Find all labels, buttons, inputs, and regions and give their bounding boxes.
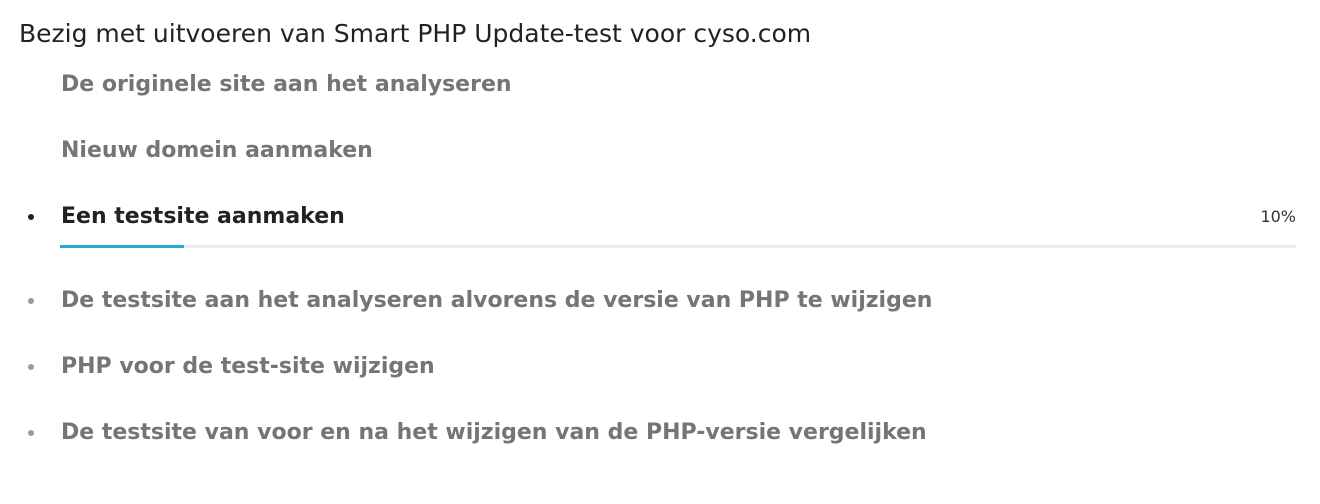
bullet-icon <box>28 364 34 370</box>
bullet-icon <box>28 214 34 220</box>
check-circle-icon <box>20 140 42 162</box>
page-title: Bezig met uitvoeren van Smart PHP Update… <box>19 19 812 48</box>
step-item-analyze-original: De originele site aan het analyseren <box>0 65 1320 105</box>
step-label: PHP voor de test-site wijzigen <box>61 354 435 379</box>
step-item-compare-testsite: De testsite van voor en na het wijzigen … <box>0 413 1320 453</box>
step-label: Een testsite aanmaken <box>61 204 345 229</box>
bullet-icon <box>28 298 34 304</box>
step-label: De testsite aan het analyseren alvorens … <box>61 288 933 313</box>
step-item-analyze-testsite: De testsite aan het analyseren alvorens … <box>0 281 1320 321</box>
step-label: Nieuw domein aanmaken <box>61 138 373 163</box>
step-item-create-testsite: Een testsite aanmaken 10% <box>0 197 1320 237</box>
step-item-change-php: PHP voor de test-site wijzigen <box>0 347 1320 387</box>
progress-bar-fill <box>60 245 184 248</box>
check-circle-icon <box>20 74 42 96</box>
step-item-new-domain: Nieuw domein aanmaken <box>0 131 1320 171</box>
progress-bar <box>60 245 1296 248</box>
step-label: De originele site aan het analyseren <box>61 72 512 97</box>
step-label: De testsite van voor en na het wijzigen … <box>61 420 927 445</box>
progress-percent: 10% <box>1260 207 1296 226</box>
bullet-icon <box>28 430 34 436</box>
